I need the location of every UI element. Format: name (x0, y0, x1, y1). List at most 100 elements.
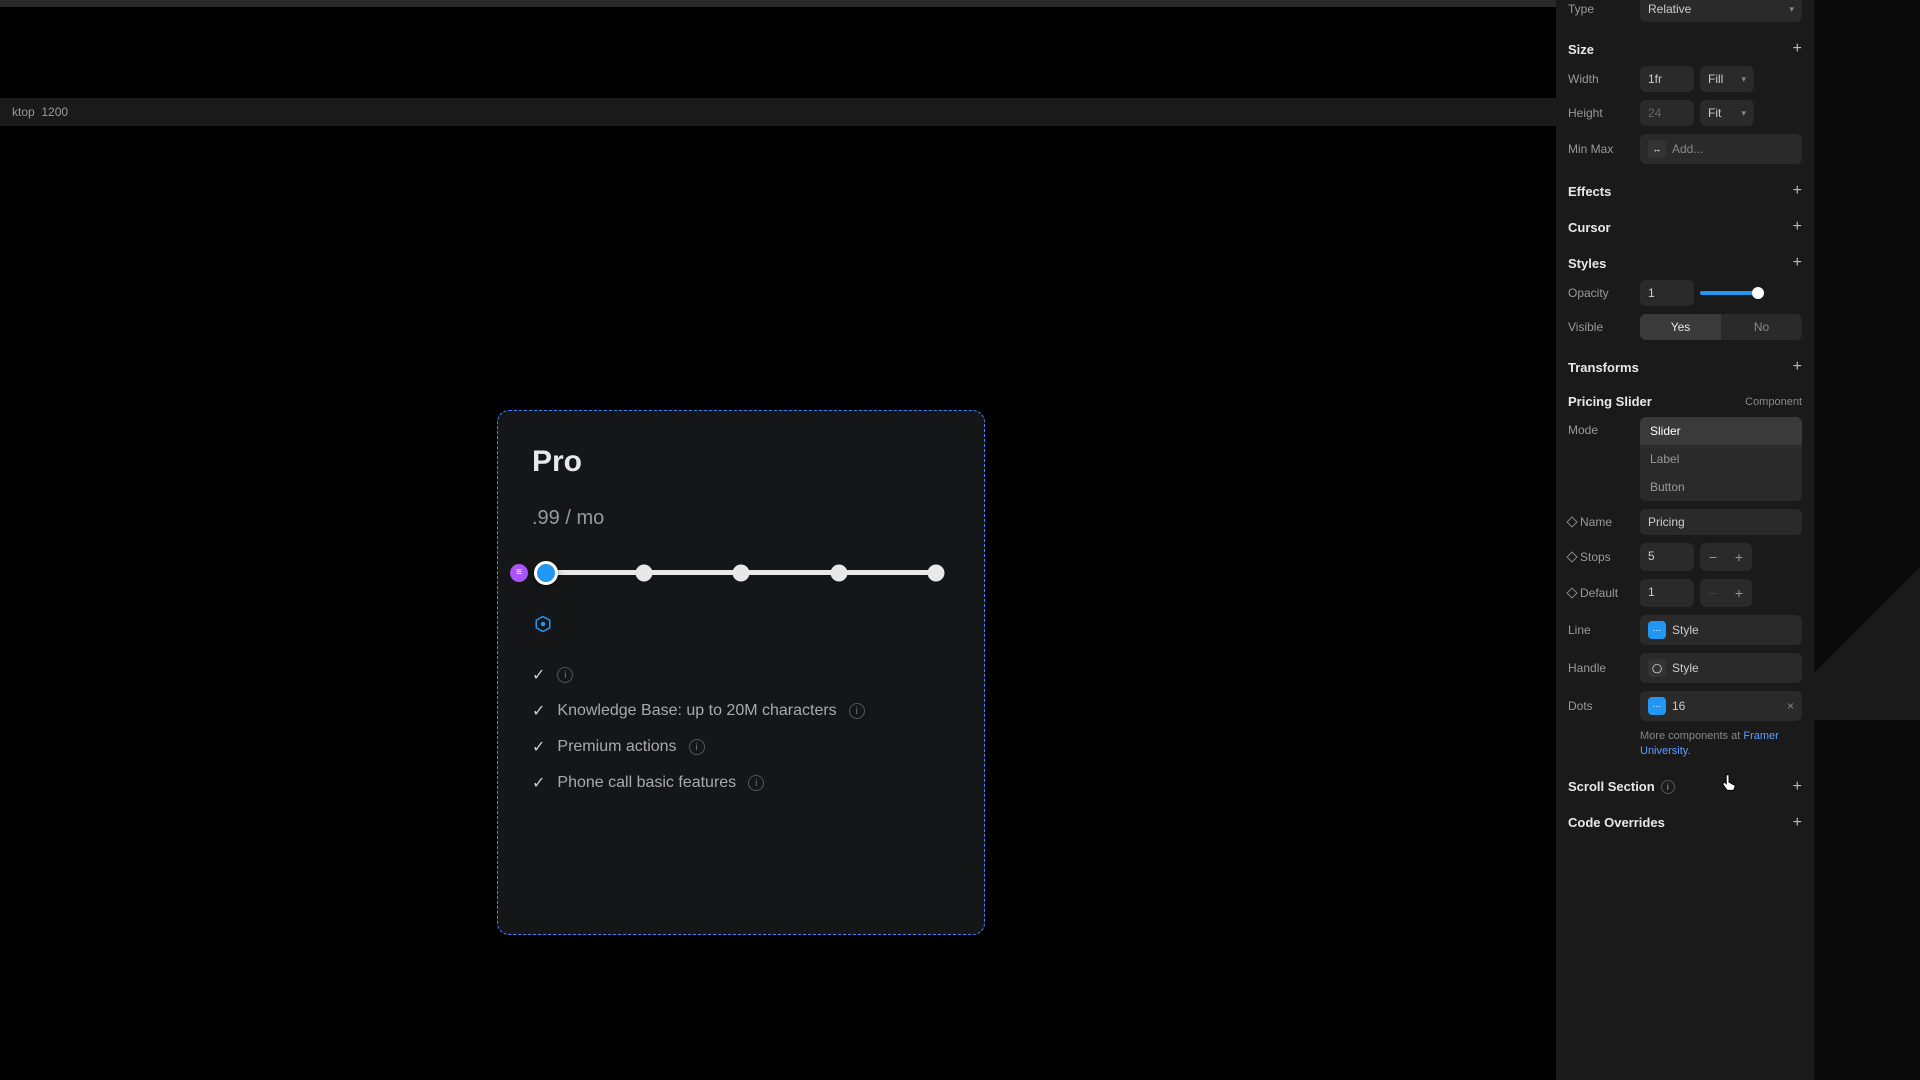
slider-handle[interactable] (534, 561, 558, 585)
component-tag: Component (1745, 396, 1802, 408)
stops-input[interactable]: 5 (1640, 543, 1694, 571)
styles-section-title: Styles (1568, 256, 1606, 271)
right-gutter (1814, 0, 1920, 1080)
minmax-icon: ↔ (1648, 140, 1666, 158)
minmax-button[interactable]: ↔Add... (1640, 134, 1802, 164)
feature-row: ✓ i (532, 665, 950, 685)
pricing-slider-section-title: Pricing Slider (1568, 394, 1652, 409)
handle-label: Handle (1568, 661, 1632, 675)
check-icon: ✓ (532, 773, 545, 793)
add-scroll-section-button[interactable]: + (1793, 778, 1802, 796)
add-code-overrides-button[interactable]: + (1793, 814, 1802, 832)
opacity-slider[interactable] (1700, 291, 1760, 295)
visible-label: Visible (1568, 320, 1632, 334)
feature-row: ✓ Knowledge Base: up to 20M characters i (532, 701, 950, 721)
feature-list: ✓ i ✓ Knowledge Base: up to 20M characte… (532, 665, 950, 793)
dots-input[interactable]: ⋯16 × (1640, 691, 1802, 721)
handle-swatch-icon: ◯ (1648, 659, 1666, 677)
check-icon: ✓ (532, 737, 545, 757)
position-type-label: Type (1568, 2, 1632, 16)
add-size-button[interactable]: + (1793, 40, 1802, 58)
mode-option-label[interactable]: Label (1640, 445, 1802, 473)
mode-option-slider[interactable]: Slider (1640, 417, 1802, 445)
add-cursor-button[interactable]: + (1793, 218, 1802, 236)
default-input[interactable]: 1 (1640, 579, 1694, 607)
visible-no-button[interactable]: No (1721, 314, 1802, 340)
scroll-section-title: Scroll Section i (1568, 779, 1675, 794)
minmax-label: Min Max (1568, 142, 1632, 156)
add-transforms-button[interactable]: + (1793, 358, 1802, 376)
pricing-card[interactable]: Pro .99 / mo ≡ ✓ i ✓ Knowledge Bas (497, 410, 985, 935)
decorative-shape (1814, 520, 1920, 720)
default-stepper[interactable]: − + (1700, 579, 1752, 607)
visible-yes-button[interactable]: Yes (1640, 314, 1721, 340)
slider-stop (733, 564, 750, 581)
height-input[interactable]: 24 (1640, 100, 1694, 126)
stops-stepper[interactable]: − + (1700, 543, 1752, 571)
chevron-down-icon: ▾ (1741, 108, 1746, 119)
stops-label: Stops (1568, 550, 1632, 564)
stops-increment-button[interactable]: + (1726, 543, 1752, 571)
opacity-label: Opacity (1568, 286, 1632, 300)
opacity-input[interactable]: 1 (1640, 280, 1694, 306)
code-overrides-title: Code Overrides (1568, 815, 1665, 830)
default-decrement-button[interactable]: − (1700, 579, 1726, 607)
name-input[interactable]: Pricing (1640, 509, 1802, 535)
chevron-down-icon: ▾ (1741, 74, 1746, 85)
default-increment-button[interactable]: + (1726, 579, 1752, 607)
color-swatch-icon: ⋯ (1648, 621, 1666, 639)
mode-select[interactable]: Slider Label Button (1640, 417, 1802, 501)
size-section-title: Size (1568, 42, 1594, 57)
variable-icon (1566, 516, 1577, 527)
inspector-panel: Type Relative ▾ Size + Width 1fr Fill▾ H… (1556, 0, 1814, 1080)
pricing-card-price: .99 / mo (532, 507, 950, 530)
height-label: Height (1568, 106, 1632, 120)
slider-stop (635, 564, 652, 581)
position-type-select[interactable]: Relative ▾ (1640, 0, 1802, 22)
breakpoint-device: ktop (12, 105, 35, 119)
add-styles-button[interactable]: + (1793, 254, 1802, 272)
info-icon[interactable]: i (748, 775, 764, 791)
component-note: More components at Framer University. (1640, 729, 1802, 760)
name-label: Name (1568, 515, 1632, 529)
settings-hex-icon[interactable] (534, 615, 552, 633)
width-input[interactable]: 1fr (1640, 66, 1694, 92)
clear-dots-button[interactable]: × (1787, 699, 1794, 713)
info-icon[interactable]: i (689, 739, 705, 755)
cursor-section-title: Cursor (1568, 220, 1611, 235)
info-icon[interactable]: i (849, 703, 865, 719)
info-icon[interactable]: i (1661, 780, 1675, 794)
width-mode-select[interactable]: Fill▾ (1700, 66, 1754, 92)
slider-track (546, 570, 936, 575)
chevron-down-icon: ▾ (1789, 4, 1794, 15)
variable-icon (1566, 551, 1577, 562)
feature-row: ✓ Premium actions i (532, 737, 950, 757)
dots-label: Dots (1568, 699, 1632, 713)
mode-label: Mode (1568, 417, 1632, 437)
slider-stop (928, 564, 945, 581)
check-icon: ✓ (532, 665, 545, 685)
feature-text: Knowledge Base: up to 20M characters (557, 702, 836, 720)
check-icon: ✓ (532, 701, 545, 721)
line-label: Line (1568, 623, 1632, 637)
visible-toggle[interactable]: Yes No (1640, 314, 1802, 340)
stops-decrement-button[interactable]: − (1700, 543, 1726, 571)
add-effects-button[interactable]: + (1793, 182, 1802, 200)
default-label: Default (1568, 586, 1632, 600)
pricing-slider[interactable]: ≡ (532, 570, 950, 575)
variable-icon (1566, 587, 1577, 598)
slider-stop (830, 564, 847, 581)
mode-option-button[interactable]: Button (1640, 473, 1802, 501)
line-style-button[interactable]: ⋯Style (1640, 615, 1802, 645)
pricing-card-title: Pro (532, 445, 950, 479)
component-badge-icon: ≡ (510, 564, 528, 582)
feature-text: Phone call basic features (557, 774, 736, 792)
transforms-section-title: Transforms (1568, 360, 1639, 375)
handle-style-button[interactable]: ◯Style (1640, 653, 1802, 683)
breakpoint-size: 1200 (41, 105, 68, 119)
height-mode-select[interactable]: Fit▾ (1700, 100, 1754, 126)
feature-row: ✓ Phone call basic features i (532, 773, 950, 793)
width-label: Width (1568, 72, 1632, 86)
feature-text: Premium actions (557, 738, 676, 756)
info-icon[interactable]: i (557, 667, 573, 683)
